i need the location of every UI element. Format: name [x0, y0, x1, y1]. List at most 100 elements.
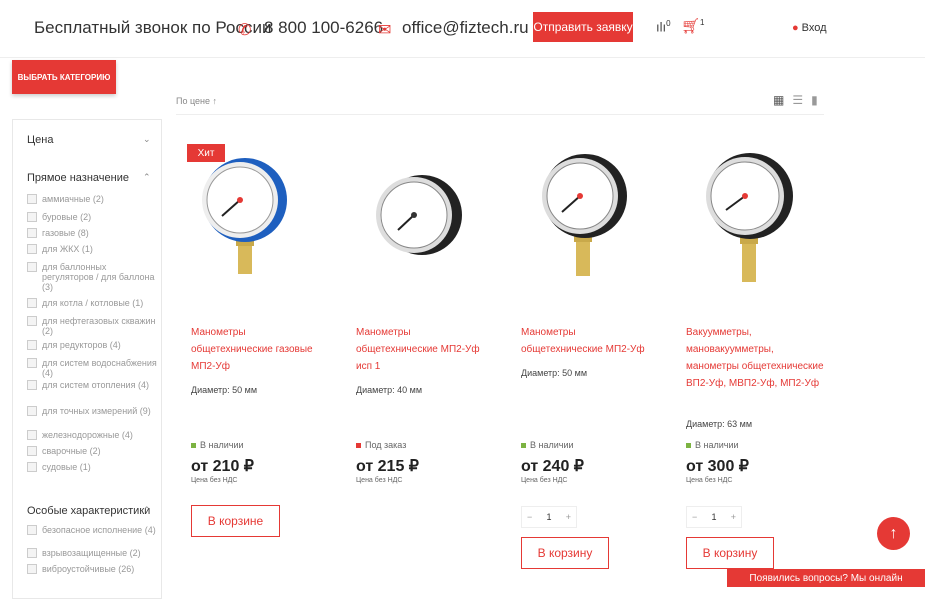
filter-option[interactable]: железнодорожные (4) [27, 430, 157, 440]
status-dot [356, 442, 361, 448]
checkbox[interactable] [27, 525, 37, 535]
product-name[interactable]: Манометры общетехнические МП2-Уф [521, 324, 651, 358]
checkbox[interactable] [27, 340, 37, 350]
quantity-value[interactable]: 1 [546, 512, 551, 522]
checkbox[interactable] [27, 446, 37, 456]
sort-price-link[interactable]: По цене ↑ [176, 96, 217, 106]
checkbox[interactable] [27, 358, 37, 368]
checkbox[interactable] [27, 462, 37, 472]
user-icon: ● [792, 22, 799, 34]
filter-option[interactable]: для точных измерений (9) [27, 406, 157, 416]
filter-sidebar: Цена ⌄ Прямое назначение ⌃ аммиачные (2)… [12, 119, 162, 599]
features-filter-title[interactable]: Особые характеристики [27, 505, 150, 517]
email-link[interactable]: office@fiztech.ru [402, 18, 529, 38]
compare-count: 0 [666, 19, 671, 28]
minus-icon[interactable]: − [692, 512, 697, 522]
filter-option[interactable]: сварочные (2) [27, 446, 157, 456]
quantity-stepper[interactable]: − 1 + [686, 506, 742, 528]
quantity-stepper[interactable]: − 1 + [521, 506, 577, 528]
filter-option[interactable]: безопасное исполнение (4) [27, 525, 157, 535]
filter-option[interactable]: газовые (8) [27, 228, 157, 238]
product-diameter: Диаметр: 50 мм [521, 368, 588, 378]
filter-option[interactable]: виброустойчивые (26) [27, 564, 157, 574]
minus-icon[interactable]: − [527, 512, 532, 522]
filter-option[interactable]: для ЖКХ (1) [27, 244, 157, 254]
product-price: от 300 ₽ [686, 458, 749, 475]
price-filter-title[interactable]: Цена [27, 134, 53, 146]
phone-link[interactable]: 8 800 100-6266 [264, 18, 383, 38]
filter-option-label: взрывозащищенные (2) [42, 548, 141, 558]
filter-option[interactable]: для систем отопления (4) [27, 380, 157, 390]
status-label: Под заказ [365, 440, 407, 450]
checkbox[interactable] [27, 430, 37, 440]
in-cart-button[interactable]: В корзине [191, 505, 280, 537]
status-dot [521, 442, 526, 448]
checkbox[interactable] [27, 262, 37, 272]
filter-option[interactable]: для котла / котловые (1) [27, 298, 157, 308]
list-view-icon[interactable]: ☰ [792, 93, 803, 107]
filter-option-label: для нефтегазовых скважин (2) [42, 316, 156, 336]
online-chat-bar[interactable]: Появились вопросы? Мы онлайн [727, 569, 925, 587]
price-vat-note: Цена без НДС [356, 477, 403, 484]
grid-view-icon[interactable]: ▦ [773, 93, 784, 107]
filter-option-label: для баллонных регуляторов / для баллона … [42, 262, 155, 292]
quantity-value[interactable]: 1 [711, 512, 716, 522]
login-label: Вход [801, 22, 827, 34]
add-to-cart-button[interactable]: В корзину [686, 537, 774, 569]
filter-option-label: виброустойчивые (26) [42, 564, 135, 574]
compare-icon: ılı [656, 19, 667, 35]
product-price: от 240 ₽ [521, 458, 584, 475]
choose-category-button[interactable]: ВЫБРАТЬ КАТЕГОРИЮ [12, 60, 116, 94]
checkbox[interactable] [27, 244, 37, 254]
filter-option[interactable]: аммиачные (2) [27, 194, 157, 204]
plus-icon[interactable]: + [566, 512, 571, 522]
divider [176, 114, 824, 115]
chevron-up-icon[interactable]: ⌃ [143, 172, 151, 183]
gauge-black-image[interactable] [370, 170, 465, 260]
purpose-filter-title[interactable]: Прямое назначение [27, 172, 129, 184]
filter-option[interactable]: для баллонных регуляторов / для баллона … [27, 262, 157, 292]
product-name[interactable]: Вакуумметры, мановакуумметры, манометры … [686, 324, 826, 392]
filter-option[interactable]: взрывозащищенные (2) [27, 548, 157, 558]
cart-link[interactable]: 🛒︎1 [681, 17, 705, 35]
filter-option[interactable]: для редукторов (4) [27, 340, 157, 350]
add-to-cart-button[interactable]: В корзину [521, 537, 609, 569]
price-vat-note: Цена без НДС [686, 477, 733, 484]
filter-option[interactable]: буровые (2) [27, 212, 157, 222]
vacuum-gauge-image[interactable] [700, 152, 795, 287]
price-vat-note: Цена без НДС [521, 477, 568, 484]
checkbox[interactable] [27, 380, 37, 390]
plus-icon[interactable]: + [731, 512, 736, 522]
filter-option-label: железнодорожные (4) [42, 430, 133, 440]
product-name[interactable]: Манометры общетехнические МП2-Уф исп 1 [356, 324, 486, 375]
filter-option-label: судовые (1) [42, 462, 91, 472]
checkbox[interactable] [27, 316, 37, 326]
filter-option-label: для систем отопления (4) [42, 380, 149, 390]
compare-link[interactable]: ılı0 [656, 19, 671, 34]
product-diameter: Диаметр: 50 мм [191, 385, 258, 395]
login-link[interactable]: ● Вход [792, 22, 827, 34]
send-request-button[interactable]: Отправить заявку [533, 12, 633, 42]
free-call-text: Бесплатный звонок по России [34, 18, 272, 37]
checkbox[interactable] [27, 406, 37, 416]
scroll-top-button[interactable]: ↑ [877, 517, 910, 550]
table-view-icon[interactable]: ▮ [811, 93, 818, 107]
chevron-down-icon[interactable]: ⌄ [143, 134, 151, 145]
filter-option[interactable]: для нефтегазовых скважин (2) [27, 316, 157, 336]
checkbox[interactable] [27, 298, 37, 308]
gauge-image[interactable] [538, 152, 628, 282]
product-price: от 210 ₽ [191, 458, 254, 475]
cart-count: 1 [700, 18, 705, 27]
product-name[interactable]: Манометры общетехнические газовые МП2-Уф [191, 324, 326, 375]
checkbox[interactable] [27, 564, 37, 574]
product-price: от 215 ₽ [356, 458, 419, 475]
mail-icon: ✉ [378, 22, 392, 39]
checkbox[interactable] [27, 194, 37, 204]
checkbox[interactable] [27, 228, 37, 238]
gauge-blue-image[interactable] [200, 156, 290, 281]
chevron-up-icon[interactable]: ⌃ [143, 505, 151, 516]
checkbox[interactable] [27, 212, 37, 222]
filter-option[interactable]: для систем водоснабжения (4) [27, 358, 157, 378]
filter-option[interactable]: судовые (1) [27, 462, 157, 472]
checkbox[interactable] [27, 548, 37, 558]
